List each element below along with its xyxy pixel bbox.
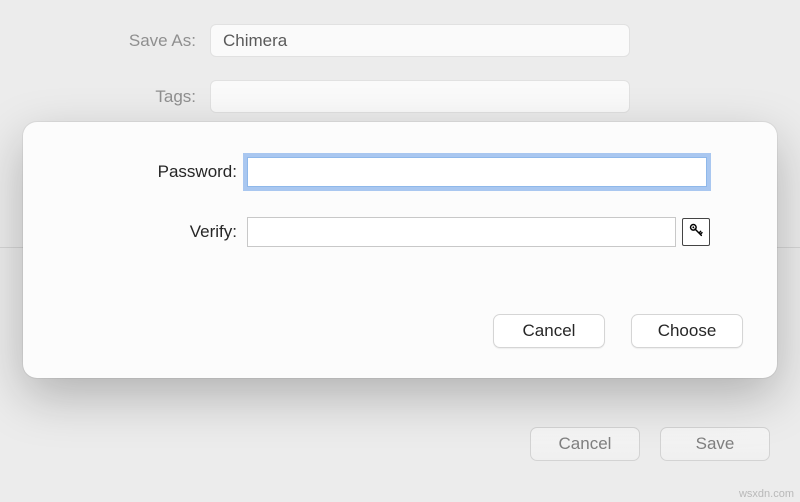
password-assistant-button[interactable] [682, 218, 710, 246]
background-button-row: Cancel Save [530, 427, 770, 461]
bg-save-button: Save [660, 427, 770, 461]
modal-button-row: Cancel Choose [493, 314, 743, 348]
choose-button[interactable]: Choose [631, 314, 743, 348]
tags-field [210, 80, 630, 113]
verify-input[interactable] [247, 217, 676, 247]
password-input[interactable] [247, 157, 707, 187]
password-label: Password: [23, 162, 247, 182]
save-as-row: Save As: Chimera [0, 24, 800, 57]
key-icon [688, 222, 704, 243]
save-as-value: Chimera [223, 31, 287, 51]
save-as-field: Chimera [210, 24, 630, 57]
watermark: wsxdn.com [739, 488, 794, 500]
verify-row: Verify: [23, 217, 777, 247]
save-as-label: Save As: [0, 31, 210, 51]
cancel-button[interactable]: Cancel [493, 314, 605, 348]
password-row: Password: [23, 157, 777, 187]
verify-label: Verify: [23, 222, 247, 242]
password-dialog: Password: Verify: Cancel Cho [23, 122, 777, 378]
tags-label: Tags: [0, 87, 210, 107]
bg-cancel-button: Cancel [530, 427, 640, 461]
tags-row: Tags: [0, 80, 800, 113]
